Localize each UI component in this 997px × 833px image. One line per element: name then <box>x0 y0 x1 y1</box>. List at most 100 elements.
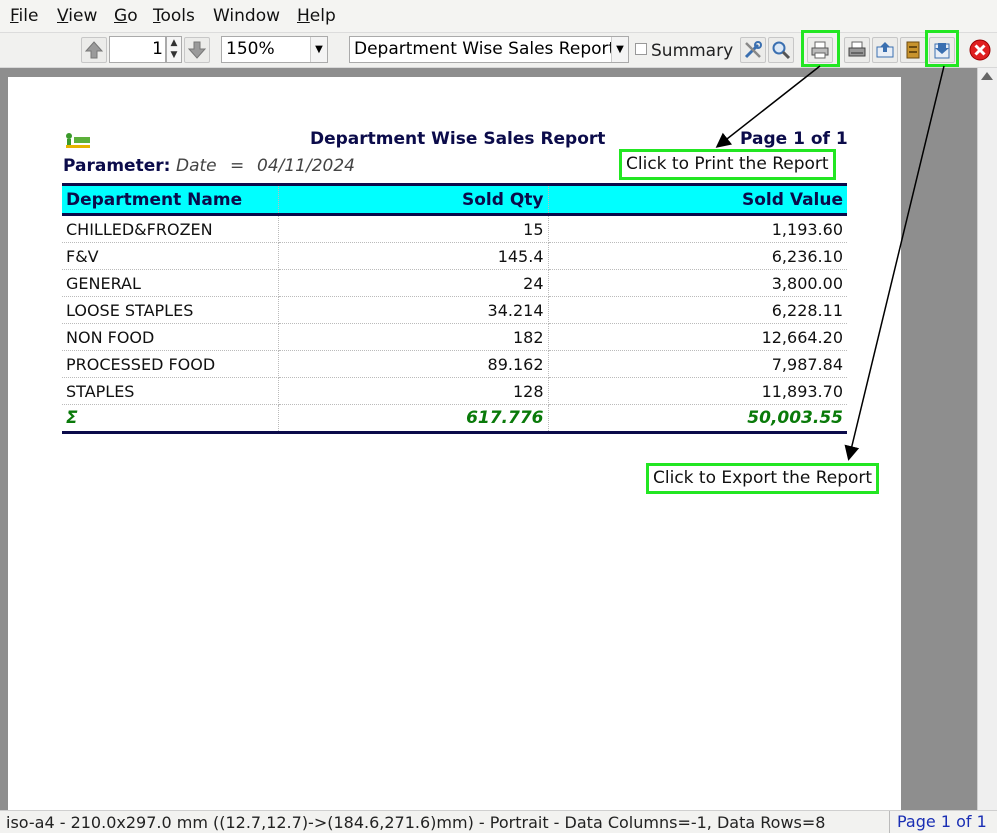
vertical-scrollbar[interactable] <box>977 68 997 810</box>
table-row: GENERAL 24 3,800.00 <box>62 269 847 297</box>
qty-cell: 128 <box>278 377 549 405</box>
checkbox-icon <box>635 43 647 55</box>
parameter-label: Parameter: <box>63 156 171 176</box>
menu-file-mnemonic: F <box>10 6 19 26</box>
qty-cell: 34.214 <box>278 296 549 324</box>
spinner-up-icon[interactable]: ▲ <box>167 37 181 49</box>
send-button[interactable] <box>872 37 898 63</box>
toolbar: 1 ▲ ▼ 150% ▼ Department Wise Sales Repor… <box>0 30 997 68</box>
report-table: Department Name Sold Qty Sold Value CHIL… <box>62 183 847 434</box>
zoom-icon <box>772 41 791 60</box>
print-callout: Click to Print the Report <box>619 149 836 180</box>
menu-file[interactable]: File <box>10 6 38 26</box>
archive-button[interactable] <box>900 37 926 63</box>
department-cell: PROCESSED FOOD <box>62 350 279 378</box>
column-header: Sold Value <box>548 183 847 216</box>
logo-icon <box>66 133 90 148</box>
menu-view-rest: iew <box>68 6 98 26</box>
menu-tools[interactable]: Tools <box>153 6 195 26</box>
table-row: LOOSE STAPLES 34.214 6,228.11 <box>62 296 847 324</box>
print-setup-icon <box>848 41 866 57</box>
table-row: PROCESSED FOOD 89.162 7,987.84 <box>62 350 847 378</box>
qty-cell: 24 <box>278 269 549 297</box>
department-cell: LOOSE STAPLES <box>62 296 279 324</box>
parameter-name: Date <box>176 156 217 176</box>
qty-cell: 89.162 <box>278 350 549 378</box>
menu-go-rest: o <box>127 6 138 26</box>
menu-help-mnemonic: H <box>297 6 310 26</box>
menu-view-mnemonic: V <box>57 6 69 26</box>
menu-view[interactable]: View <box>57 6 97 26</box>
table-row: F&V 145.4 6,236.10 <box>62 242 847 270</box>
menu-tools-mnemonic: T <box>153 6 161 26</box>
zoom-select[interactable]: 150% ▼ <box>221 36 328 63</box>
archive-icon <box>906 41 920 59</box>
summary-checkbox[interactable]: Summary <box>635 41 733 61</box>
report-page-info: Page 1 of 1 <box>740 129 848 149</box>
total-value: 50,003.55 <box>548 404 847 434</box>
menu-help[interactable]: Help <box>297 6 336 26</box>
status-page: Page 1 of 1 <box>889 811 987 833</box>
report-select-value: Department Wise Sales Report <box>354 39 616 59</box>
menu-file-rest: ile <box>18 6 39 26</box>
company-logo <box>63 131 93 151</box>
value-cell: 3,800.00 <box>548 269 847 297</box>
qty-cell: 145.4 <box>278 242 549 270</box>
spinner-down-icon[interactable]: ▼ <box>167 49 181 61</box>
chevron-down-icon: ▼ <box>611 37 628 62</box>
previous-page-button[interactable] <box>81 37 107 63</box>
close-icon <box>969 39 991 61</box>
menu-window[interactable]: Window <box>213 6 280 26</box>
menu-help-rest: elp <box>309 6 336 26</box>
value-cell: 6,236.10 <box>548 242 847 270</box>
table-row: CHILLED&FROZEN 15 1,193.60 <box>62 214 847 243</box>
next-page-button[interactable] <box>184 37 210 63</box>
qty-cell: 182 <box>278 323 549 351</box>
menu-tools-rest: ools <box>160 6 195 26</box>
page-spinner[interactable]: ▲ ▼ <box>166 36 182 63</box>
parameter-value: 04/11/2024 <box>257 156 355 176</box>
table-row: STAPLES 128 11,893.70 <box>62 377 847 405</box>
value-cell: 12,664.20 <box>548 323 847 351</box>
column-header: Department Name <box>62 183 279 216</box>
up-arrow-icon <box>84 41 104 59</box>
chevron-down-icon: ▼ <box>310 37 327 62</box>
tools-icon <box>744 41 762 59</box>
down-arrow-icon <box>187 41 207 59</box>
parameter-operator: = <box>230 156 245 176</box>
menu-go[interactable]: Go <box>114 6 138 26</box>
zoom-button[interactable] <box>768 37 794 63</box>
page-number-input[interactable]: 1 <box>109 36 166 63</box>
qty-cell: 15 <box>278 214 549 243</box>
menu-window-label: Window <box>213 6 281 26</box>
scroll-up-icon[interactable] <box>981 72 993 80</box>
table-row: NON FOOD 182 12,664.20 <box>62 323 847 351</box>
print-setup-button[interactable] <box>844 37 870 63</box>
value-cell: 1,193.60 <box>548 214 847 243</box>
table-header-row: Department Name Sold Qty Sold Value <box>62 183 847 216</box>
value-cell: 6,228.11 <box>548 296 847 324</box>
status-bar: iso-a4 - 210.0x297.0 mm ((12.7,12.7)->(1… <box>0 810 997 833</box>
summary-label: Summary <box>651 41 734 61</box>
department-cell: STAPLES <box>62 377 279 405</box>
send-icon <box>876 42 894 58</box>
department-cell: CHILLED&FROZEN <box>62 214 279 243</box>
sum-symbol: Σ <box>62 404 279 434</box>
department-cell: GENERAL <box>62 269 279 297</box>
total-row: Σ 617.776 50,003.55 <box>62 404 847 434</box>
department-cell: F&V <box>62 242 279 270</box>
value-cell: 7,987.84 <box>548 350 847 378</box>
menu-go-mnemonic: G <box>114 6 128 26</box>
print-button-highlight <box>801 30 840 67</box>
column-header: Sold Qty <box>278 183 549 216</box>
report-title: Department Wise Sales Report <box>310 129 606 149</box>
close-button[interactable] <box>967 37 993 63</box>
department-cell: NON FOOD <box>62 323 279 351</box>
export-callout: Click to Export the Report <box>646 463 880 494</box>
zoom-value: 150% <box>226 39 275 59</box>
report-select[interactable]: Department Wise Sales Report ▼ <box>349 36 629 63</box>
menu-bar: File View Go Tools Window Help <box>0 0 997 33</box>
export-button-highlight <box>925 30 959 67</box>
value-cell: 11,893.70 <box>548 377 847 405</box>
tools-button[interactable] <box>740 37 766 63</box>
